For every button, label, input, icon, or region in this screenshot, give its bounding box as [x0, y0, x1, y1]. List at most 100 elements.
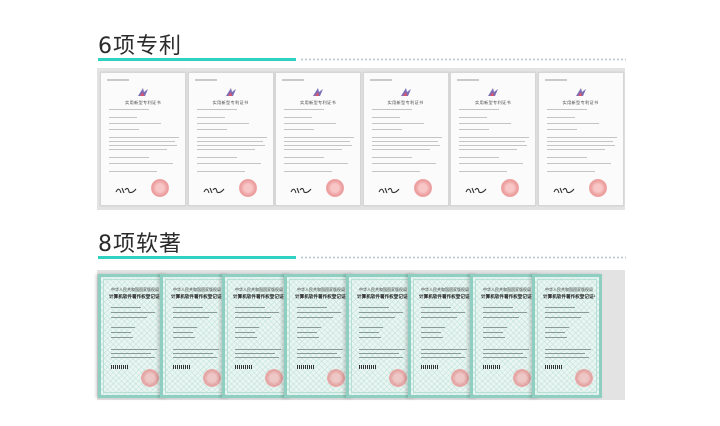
patent-office-logo-icon — [400, 88, 411, 96]
certificate-text-line — [483, 332, 503, 334]
patent-office-logo-icon — [313, 88, 323, 96]
certificate-text-line — [371, 157, 412, 159]
certificate-text-line — [297, 317, 333, 319]
certificate-text-line — [459, 137, 529, 139]
certificate-text-line — [371, 145, 440, 147]
certificate-text-line — [483, 312, 527, 314]
certificate-text-line — [371, 123, 424, 125]
certificate-text-line — [297, 337, 319, 339]
certificate-title: 计算机软件著作权登记证书 — [109, 295, 161, 300]
certificate-text-line — [546, 171, 595, 173]
official-seal-icon — [151, 179, 169, 197]
certificate-title: 计算机软件著作权登记证书 — [295, 295, 347, 300]
certificate-text-line — [109, 171, 157, 173]
certificate-text-line — [284, 109, 324, 111]
certificate-text-line — [546, 163, 611, 165]
software-copyright-certificate: 中华人民共和国国家版权局 计算机软件著作权登记证书 — [408, 274, 478, 398]
certificate-text-line — [421, 332, 441, 334]
certificate-text-line — [109, 123, 161, 125]
certificate-text-line — [546, 145, 615, 147]
certificate-text-line — [459, 123, 511, 125]
certificate-text-line — [421, 307, 451, 309]
certificate-title: 实用新型专利证书 — [212, 100, 249, 105]
certificate-text-line — [109, 157, 149, 159]
signature-icon — [378, 187, 399, 194]
certificate-text-line — [545, 349, 591, 351]
certificate-text-line — [196, 117, 225, 119]
official-seal-icon — [238, 179, 257, 197]
certificate-title: 实用新型专利证书 — [125, 100, 161, 105]
certificate-title: 实用新型专利证书 — [562, 100, 599, 105]
certificate-text-line — [109, 109, 149, 111]
certificate-text-line — [545, 312, 589, 314]
certificate-text-line — [111, 327, 135, 329]
certificate-issuer: 中华人民共和国国家版权局 — [421, 287, 469, 292]
official-seal-icon — [203, 369, 221, 387]
certificate-text-line — [235, 349, 281, 351]
software-copyright-certificate: 中华人民共和国国家版权局 计算机软件著作权登记证书 — [284, 274, 354, 398]
official-seal-icon — [575, 369, 593, 387]
certificate-text-line — [109, 129, 139, 131]
certificate-text-line — [284, 123, 336, 125]
certificate-text-line — [173, 357, 217, 359]
certificate-text-line — [459, 145, 527, 147]
certificate-text-line — [459, 129, 489, 131]
patent-certificate: 实用新型专利证书 — [275, 72, 361, 206]
certificate-text-line — [545, 337, 567, 339]
official-seal-icon — [413, 179, 432, 197]
certificate-text-line — [371, 129, 402, 131]
certificate-text-line — [421, 349, 467, 351]
software-section-title: 8项软著 — [98, 232, 182, 257]
certificate-text-line — [235, 353, 275, 355]
official-seal-icon — [326, 179, 344, 197]
certificate-text-line — [111, 307, 141, 309]
certificate-title: 计算机软件著作权登记证书 — [481, 295, 533, 300]
barcode-icon — [173, 365, 191, 369]
certificate-text-line — [459, 157, 499, 159]
certificate-text-line — [546, 123, 599, 125]
certificate-text-line — [173, 327, 197, 329]
signature-icon — [203, 187, 224, 194]
certificate-title: 实用新型专利证书 — [475, 100, 511, 105]
certificate-text-line — [196, 157, 237, 159]
certificate-text-line — [196, 141, 263, 143]
certificate-text-line — [109, 137, 179, 139]
certificate-text-line — [111, 337, 133, 339]
certificate-text-line — [545, 317, 581, 319]
certificate-text-line — [235, 327, 259, 329]
certificate-text-line — [111, 332, 131, 334]
certificate-issuer: 中华人民共和国国家版权局 — [297, 287, 345, 292]
official-seal-icon — [141, 369, 159, 387]
certificate-text-line — [284, 157, 324, 159]
certificate-text-line — [173, 312, 217, 314]
certificate-text-line — [459, 163, 523, 165]
certificate-text-line — [359, 332, 379, 334]
signature-icon — [553, 187, 574, 194]
certificate-text-line — [359, 357, 403, 359]
certificate-text-line — [359, 317, 395, 319]
certificate-text-line — [111, 353, 151, 355]
certificate-text-line — [297, 349, 343, 351]
certificate-text-line — [483, 317, 519, 319]
certificate-text-line — [297, 357, 341, 359]
certificate-text-line — [109, 117, 137, 119]
certificate-text-line — [421, 353, 461, 355]
software-copyright-certificate: 中华人民共和国国家版权局 计算机软件著作权登记证书 — [222, 274, 292, 398]
certificate-title: 实用新型专利证书 — [300, 100, 336, 105]
certificate-text-line — [545, 357, 589, 359]
certificate-header-line — [544, 79, 567, 81]
certificate-header-line — [282, 79, 304, 81]
patent-certificate: 实用新型专利证书 — [450, 72, 536, 206]
certificate-text-line — [173, 332, 193, 334]
barcode-icon — [235, 365, 253, 369]
official-seal-icon — [513, 369, 531, 387]
certificate-text-line — [109, 163, 173, 165]
certificate-issuer: 中华人民共和国国家版权局 — [235, 287, 283, 292]
certificate-text-line — [546, 137, 617, 139]
patent-office-logo-icon — [138, 88, 148, 96]
certificate-text-line — [545, 307, 575, 309]
certificate-text-line — [483, 307, 513, 309]
certificate-text-line — [483, 357, 527, 359]
certificate-text-line — [371, 163, 436, 165]
certificate-header-line — [457, 79, 479, 81]
